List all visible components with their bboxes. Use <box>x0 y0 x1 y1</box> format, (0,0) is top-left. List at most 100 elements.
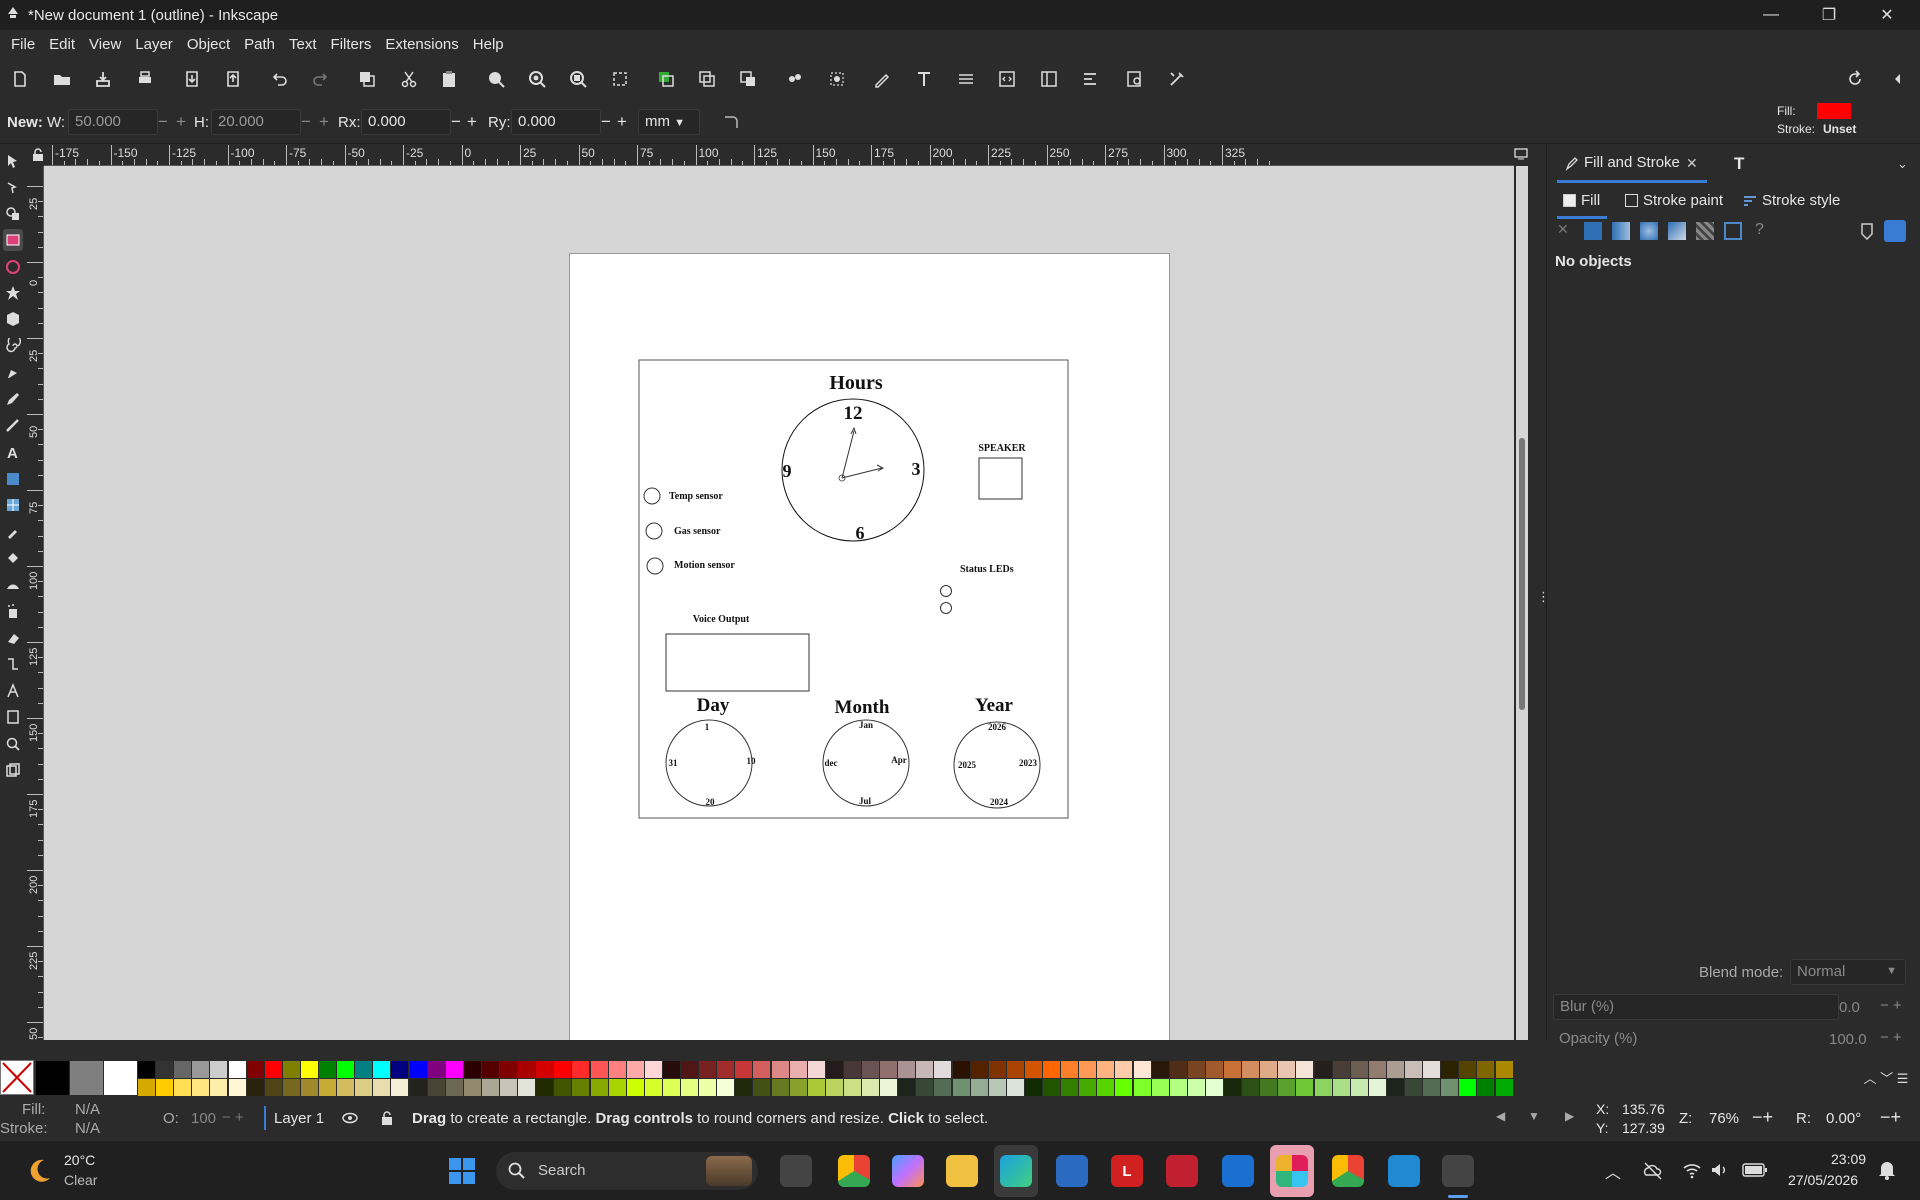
palette-swatch[interactable] <box>1368 1079 1386 1096</box>
palette-swatch[interactable] <box>518 1061 536 1078</box>
mesh-tool-icon[interactable] <box>3 494 23 516</box>
chrome-profile-icon[interactable] <box>1332 1155 1364 1187</box>
palette-swatch[interactable] <box>337 1061 355 1078</box>
import-icon[interactable] <box>177 64 207 94</box>
palette-swatch[interactable] <box>717 1061 735 1078</box>
palette-swatch[interactable] <box>156 1061 174 1078</box>
tray-overflow-icon[interactable]: ︿ <box>1605 1159 1621 1183</box>
rotate-stepper[interactable]: −+ <box>1880 1107 1901 1128</box>
palette-swatch[interactable] <box>1169 1079 1187 1096</box>
snap-toggle-icon[interactable] <box>1840 64 1870 94</box>
edge-icon[interactable] <box>1000 1155 1032 1187</box>
spiral-tool-icon[interactable] <box>3 335 23 357</box>
height-decrement[interactable]: − <box>301 112 311 132</box>
palette-swatch[interactable] <box>1205 1079 1223 1096</box>
palette-swatch[interactable] <box>1386 1061 1404 1078</box>
zoom-fit-icon[interactable] <box>605 64 635 94</box>
palette-swatch[interactable] <box>590 1079 608 1096</box>
blend-mode-select[interactable]: Normal ▼ <box>1790 959 1906 985</box>
palette-swatch[interactable] <box>427 1079 445 1096</box>
status-opacity-value[interactable]: 100 <box>191 1110 216 1127</box>
align-distribute-icon[interactable] <box>1075 64 1105 94</box>
gas-sensor-circle[interactable] <box>645 522 663 540</box>
palette-swatch[interactable] <box>192 1079 210 1096</box>
subtab-stroke-style[interactable]: Stroke style <box>1762 192 1840 209</box>
motion-sensor-circle[interactable] <box>646 557 664 575</box>
palette-swatch[interactable] <box>807 1079 825 1096</box>
zoom-value[interactable]: 76% <box>1709 1110 1739 1127</box>
height-increment[interactable]: + <box>319 112 329 132</box>
palette-swatch[interactable] <box>536 1079 554 1096</box>
palette-swatch[interactable] <box>1459 1079 1477 1096</box>
chrome-icon[interactable] <box>838 1155 870 1187</box>
menu-object[interactable]: Object <box>180 36 237 53</box>
find-icon[interactable] <box>1120 64 1150 94</box>
clock-date[interactable]: 27/05/2026 <box>1788 1172 1858 1188</box>
collapse-toolbar-icon[interactable] <box>1882 64 1912 94</box>
palette-swatch[interactable] <box>373 1061 391 1078</box>
mesh-gradient-icon[interactable] <box>1668 222 1686 240</box>
palette-swatch[interactable] <box>409 1061 427 1078</box>
palette-swatch[interactable] <box>1405 1061 1423 1078</box>
palette-swatch[interactable] <box>825 1061 843 1078</box>
palette-swatch[interactable] <box>1151 1079 1169 1096</box>
voice-output-box[interactable] <box>665 633 810 692</box>
menu-layer[interactable]: Layer <box>128 36 180 53</box>
vertical-ruler[interactable]: 25 0 25 50 75 100 125 150 175 200 225 250 <box>26 166 44 1040</box>
palette-swatch[interactable] <box>862 1079 880 1096</box>
tweak-tool-icon[interactable] <box>3 574 23 596</box>
palette-swatch[interactable] <box>1423 1061 1441 1078</box>
palette-swatch[interactable] <box>1079 1061 1097 1078</box>
palette-swatch[interactable] <box>880 1079 898 1096</box>
palette-swatch[interactable] <box>880 1061 898 1078</box>
palette-swatch-large[interactable] <box>104 1061 137 1095</box>
palette-swatch[interactable] <box>1423 1079 1441 1096</box>
palette-swatch[interactable] <box>1296 1079 1314 1096</box>
palette-swatch[interactable] <box>355 1061 373 1078</box>
ms-store-icon[interactable] <box>1056 1155 1088 1187</box>
menu-help[interactable]: Help <box>466 36 511 53</box>
palette-swatch[interactable] <box>1006 1061 1024 1078</box>
palette-swatch[interactable] <box>1477 1061 1495 1078</box>
palette-swatch[interactable] <box>337 1079 355 1096</box>
minute-hand[interactable] <box>841 464 885 479</box>
duplicate-icon[interactable] <box>651 64 681 94</box>
palette-swatch[interactable] <box>771 1061 789 1078</box>
palette-swatch[interactable] <box>952 1061 970 1078</box>
palette-swatch[interactable] <box>427 1061 445 1078</box>
unit-select[interactable]: mm ▼ <box>638 109 700 135</box>
palette-swatch[interactable] <box>481 1079 499 1096</box>
palette-swatch[interactable] <box>970 1061 988 1078</box>
palette-swatch[interactable] <box>373 1079 391 1096</box>
palette-swatch[interactable] <box>300 1061 318 1078</box>
hours-title[interactable]: Hours <box>829 372 883 394</box>
palette-swatch[interactable] <box>210 1079 228 1096</box>
print-icon[interactable] <box>130 64 160 94</box>
palette-swatch[interactable] <box>1043 1079 1061 1096</box>
gradient-tool-icon[interactable] <box>3 468 23 490</box>
minimize-button[interactable]: — <box>1742 0 1800 30</box>
xml-editor-icon[interactable] <box>992 64 1022 94</box>
palette-swatch[interactable] <box>644 1079 662 1096</box>
status-led-1[interactable] <box>940 585 952 597</box>
width-increment[interactable]: + <box>176 112 186 132</box>
palette-scroll-controls[interactable]: ︿ ﹀ ☰ <box>1852 1068 1920 1090</box>
palette-swatch[interactable] <box>554 1079 572 1096</box>
palette-swatch[interactable] <box>463 1079 481 1096</box>
palette-swatch[interactable] <box>681 1061 699 1078</box>
width-decrement[interactable]: − <box>158 112 168 132</box>
palette-swatch[interactable] <box>608 1079 626 1096</box>
palette-swatch[interactable] <box>445 1061 463 1078</box>
palette-swatch[interactable] <box>246 1061 264 1078</box>
palette-swatch[interactable] <box>264 1061 282 1078</box>
palette-swatch[interactable] <box>282 1079 300 1096</box>
palette-swatch[interactable] <box>138 1079 156 1096</box>
display-options-icon[interactable] <box>1514 148 1528 160</box>
opacity-stepper[interactable]: − + <box>1880 1029 1902 1046</box>
palette-swatch[interactable] <box>1459 1061 1477 1078</box>
pages-tool-icon[interactable] <box>3 706 23 728</box>
opacity-value[interactable]: 100.0 <box>1829 1031 1867 1048</box>
palette-swatch[interactable] <box>699 1079 717 1096</box>
palette-swatch[interactable] <box>481 1061 499 1078</box>
ry-increment[interactable]: + <box>617 112 627 132</box>
